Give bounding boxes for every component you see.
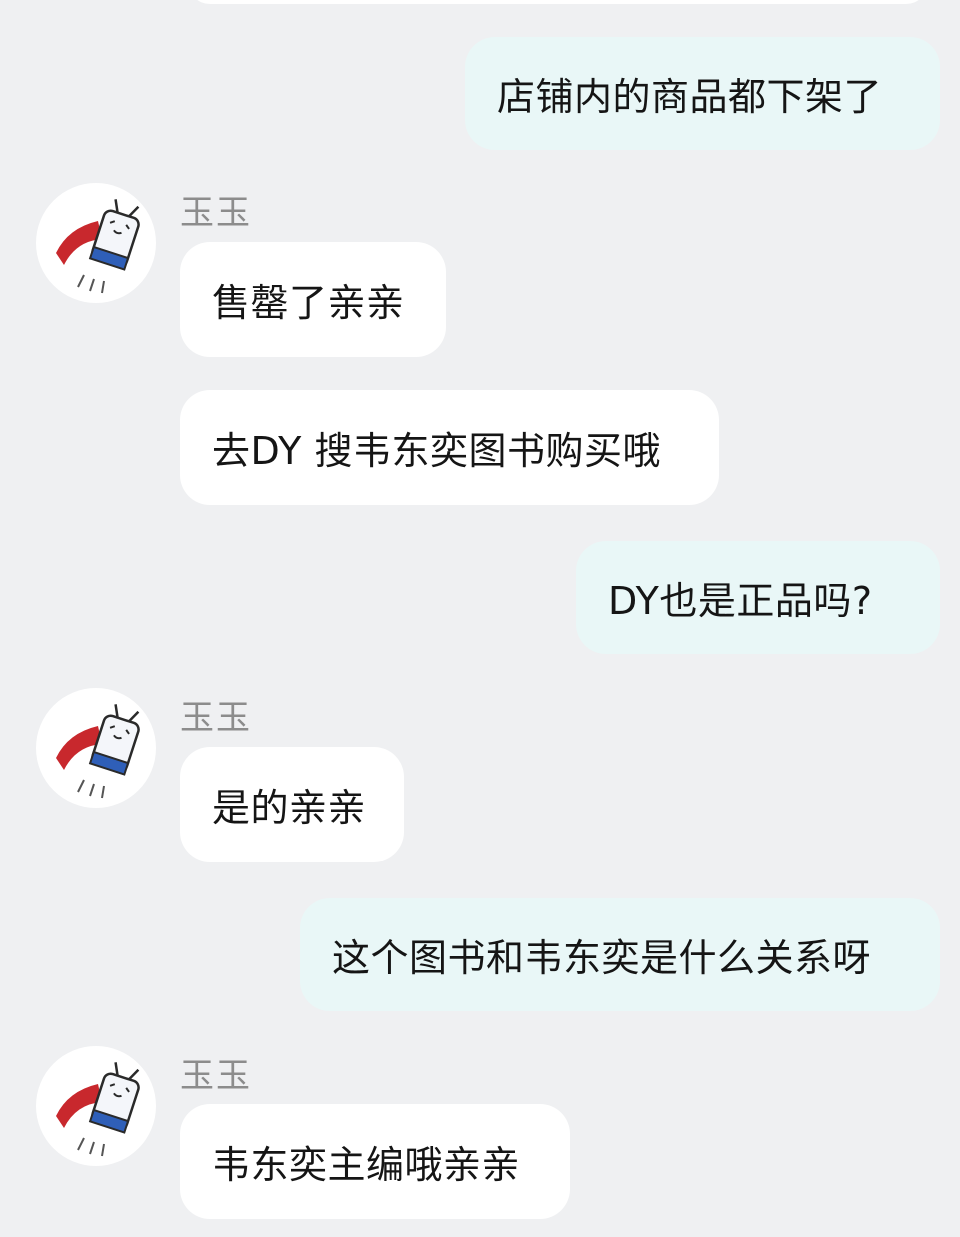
agent-avatar[interactable] (36, 688, 156, 808)
sender-name: 玉玉 (180, 698, 252, 738)
bilibili-tv-superhero-avatar-icon (56, 704, 140, 799)
agent-avatar[interactable] (36, 183, 156, 303)
sender-name: 玉玉 (180, 1056, 252, 1096)
message-text: 这个图书和韦东奕是什么关系呀 (332, 936, 872, 980)
bilibili-tv-superhero-avatar-icon (56, 1062, 140, 1157)
previous-message-bubble-partial (188, 0, 928, 4)
sender-name: 玉玉 (180, 193, 252, 233)
message-text: 韦东奕主编哦亲亲 (212, 1143, 521, 1187)
user-message-bubble[interactable]: 这个图书和韦东奕是什么关系呀 (300, 898, 940, 1011)
agent-message-bubble[interactable]: 去DY 搜韦东奕图书购买哦 (180, 390, 719, 505)
message-text: 是的亲亲 (212, 786, 367, 830)
message-text: 去DY 搜韦东奕图书购买哦 (212, 429, 661, 473)
agent-message-bubble[interactable]: 韦东奕主编哦亲亲 (180, 1104, 570, 1219)
user-message-bubble[interactable]: DY也是正品吗? (576, 541, 940, 654)
agent-avatar[interactable] (36, 1046, 156, 1166)
agent-message-bubble[interactable]: 是的亲亲 (180, 747, 404, 862)
user-message-bubble[interactable]: 店铺内的商品都下架了 (465, 37, 940, 150)
chat-message-list[interactable]: 店铺内的商品都下架了 玉玉 售罄了亲亲 去DY 搜韦东奕图书购买哦 DY也是正品 (0, 0, 960, 1237)
message-text: DY也是正品吗? (608, 579, 873, 623)
message-text: 售罄了亲亲 (212, 281, 405, 325)
bilibili-tv-superhero-avatar-icon (56, 199, 140, 294)
agent-message-bubble[interactable]: 售罄了亲亲 (180, 242, 446, 357)
message-text: 店铺内的商品都下架了 (497, 75, 883, 119)
